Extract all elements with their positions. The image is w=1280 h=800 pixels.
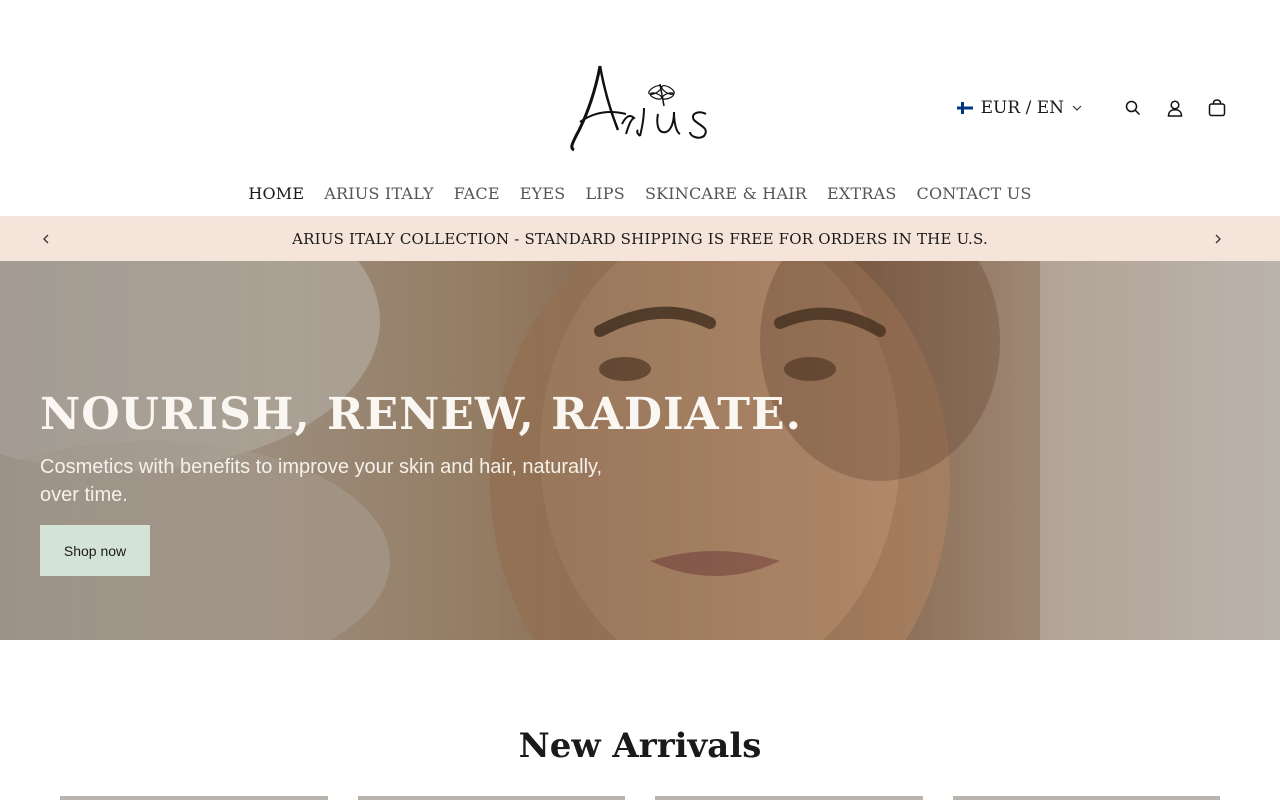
hero-subtitle: Cosmetics with benefits to improve your … [40, 456, 603, 506]
hero-title: NOURISH, RENEW, RADIATE. [40, 389, 802, 440]
new-arrivals-grid [60, 796, 1220, 800]
locale-label: EUR / EN [980, 98, 1064, 118]
product-card-image[interactable] [60, 796, 328, 800]
announcement-bar: ARIUS ITALY COLLECTION - STANDARD SHIPPI… [0, 216, 1280, 261]
search-icon[interactable] [1122, 97, 1144, 119]
nav-item-lips[interactable]: LIPS [585, 184, 624, 203]
chevron-right-icon [1215, 234, 1221, 244]
nav-item-eyes[interactable]: EYES [520, 184, 566, 203]
site-header: EUR / EN HOME ARIUS ITALY FACE EYES LIPS… [0, 0, 1280, 216]
cart-icon[interactable] [1206, 97, 1228, 119]
hero-overlay [0, 261, 1280, 640]
shop-now-button[interactable]: Shop now [40, 525, 150, 576]
locale-selector[interactable]: EUR / EN [956, 98, 1082, 118]
product-card-image[interactable] [655, 796, 923, 800]
announcement-text: ARIUS ITALY COLLECTION - STANDARD SHIPPI… [292, 230, 988, 248]
account-icon[interactable] [1164, 97, 1186, 119]
nav-item-skincare-hair[interactable]: SKINCARE & HAIR [645, 184, 807, 203]
hero-banner: NOURISH, RENEW, RADIATE. Cosmetics with … [0, 261, 1280, 640]
nav-item-arius-italy[interactable]: ARIUS ITALY [324, 184, 434, 203]
arius-logo[interactable] [560, 58, 722, 156]
main-nav: HOME ARIUS ITALY FACE EYES LIPS SKINCARE… [0, 184, 1280, 203]
finland-flag-icon [956, 102, 973, 114]
product-card-image[interactable] [357, 796, 625, 800]
nav-item-face[interactable]: FACE [454, 184, 500, 203]
product-card-image[interactable] [952, 796, 1220, 800]
nav-item-extras[interactable]: EXTRAS [827, 184, 897, 203]
announcement-next-button[interactable] [1208, 229, 1228, 249]
nav-item-home[interactable]: HOME [248, 184, 304, 203]
nav-item-contact-us[interactable]: CONTACT US [917, 184, 1032, 203]
header-tools: EUR / EN [956, 94, 1228, 122]
new-arrivals-title: New Arrivals [518, 726, 762, 766]
chevron-down-icon [1072, 105, 1082, 111]
